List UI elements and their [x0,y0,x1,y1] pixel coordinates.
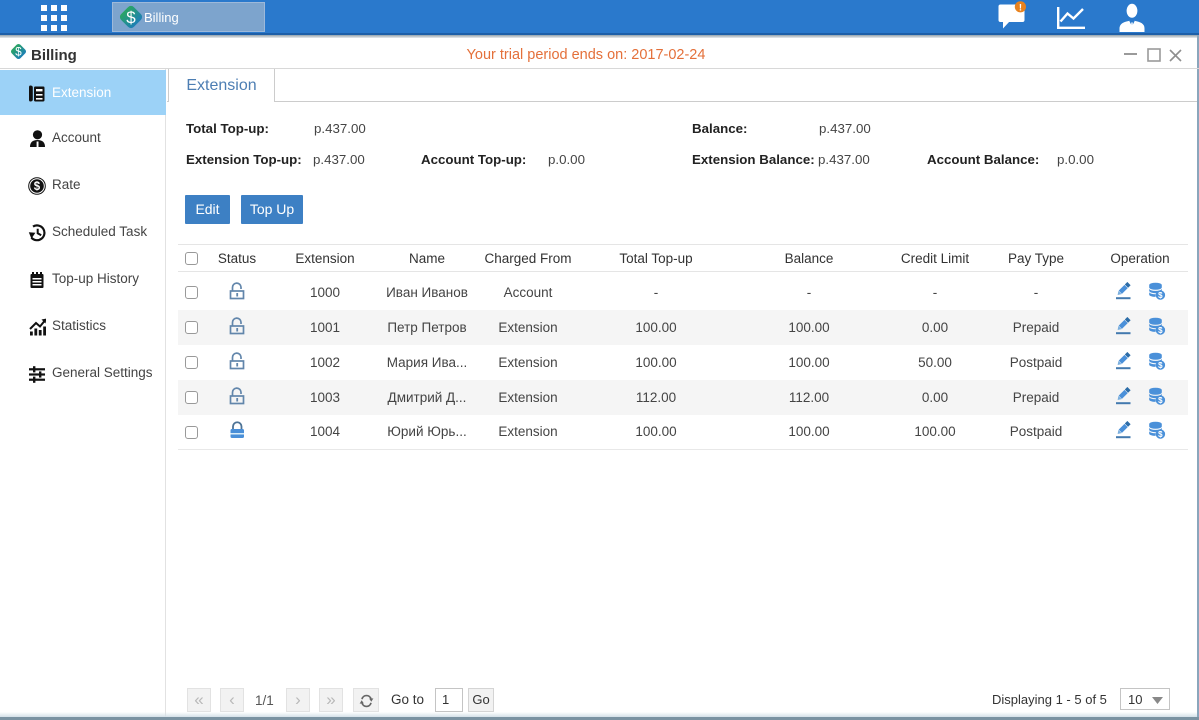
svg-text:!: ! [1019,2,1022,13]
svg-text:$: $ [126,8,136,27]
svg-text:$: $ [34,181,41,193]
